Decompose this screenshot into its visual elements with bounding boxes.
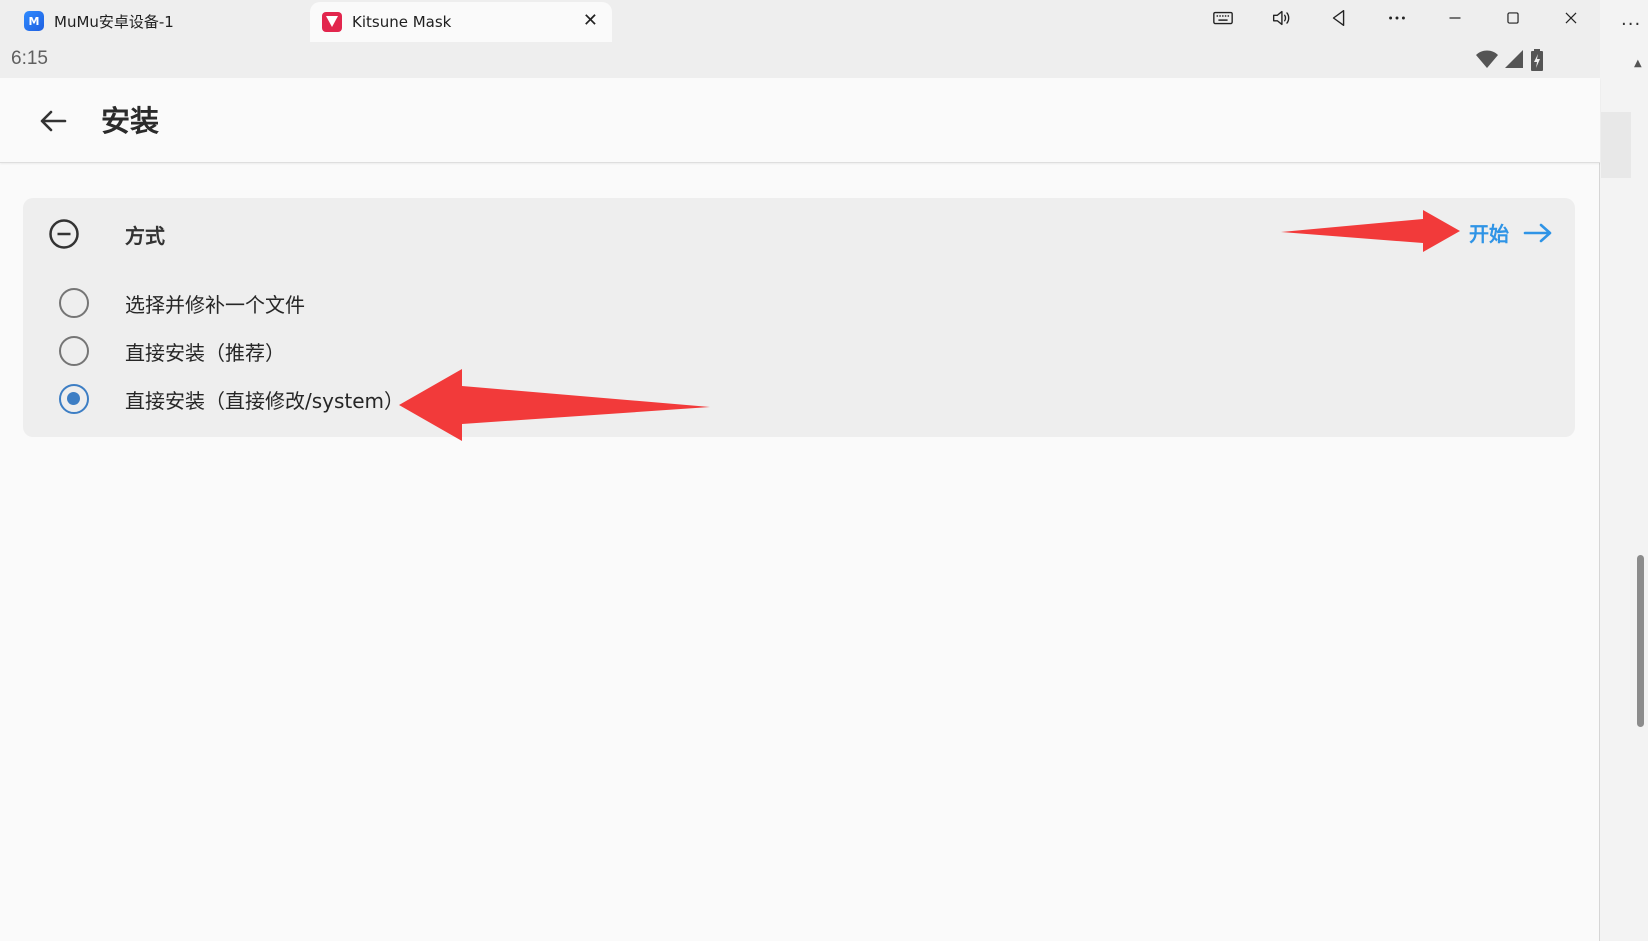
option-label: 选择并修补一个文件 — [125, 292, 305, 317]
battery-icon — [1531, 49, 1543, 71]
method-card: 方式 开始 选择并修补一个文件 直接安装（推荐） 直接安装（直接修改/syste… — [23, 198, 1575, 437]
wifi-icon — [1476, 50, 1498, 68]
radio-button[interactable] — [59, 336, 89, 366]
start-label: 开始 — [1469, 222, 1509, 246]
arrow-right-icon — [1523, 223, 1552, 242]
start-button[interactable]: 开始 — [1469, 218, 1553, 247]
background-window-edge: ··· ▲ — [1601, 0, 1648, 941]
more-menu-icon[interactable]: ··· — [1621, 14, 1641, 35]
option-label: 直接安装（推荐） — [125, 340, 285, 365]
status-time: 6:15 — [11, 48, 48, 69]
scroll-up-icon[interactable]: ▲ — [1634, 58, 1642, 69]
option-label: 直接安装（直接修改/system） — [125, 388, 405, 413]
fox-mask-icon — [322, 12, 342, 32]
tab-close-icon[interactable]: ✕ — [583, 12, 598, 30]
tab-mumu-device[interactable]: M MuMu安卓设备-1 — [0, 0, 310, 42]
maximize-icon[interactable] — [1484, 0, 1542, 36]
background-panel — [1601, 112, 1631, 178]
tab-label: MuMu安卓设备-1 — [54, 12, 174, 31]
close-icon[interactable] — [1542, 0, 1600, 36]
option-direct-install-system[interactable]: 直接安装（直接修改/system） — [59, 382, 404, 416]
more-icon[interactable] — [1368, 0, 1426, 36]
app-bar: 安装 — [0, 78, 1600, 163]
collapse-minus-circle-icon[interactable] — [48, 218, 80, 250]
keyboard-icon[interactable] — [1194, 0, 1252, 36]
emulator-window: M MuMu安卓设备-1 Kitsune Mask ✕ 6:15 安装 方式 开… — [0, 0, 1600, 941]
status-icons — [1476, 49, 1544, 71]
back-arrow-icon[interactable] — [36, 104, 70, 138]
minimize-icon[interactable] — [1426, 0, 1484, 36]
volume-icon[interactable] — [1252, 0, 1310, 36]
signal-icon — [1505, 50, 1523, 68]
radio-button-checked[interactable] — [59, 384, 89, 414]
option-direct-install[interactable]: 直接安装（推荐） — [59, 334, 285, 368]
page-title: 安装 — [101, 104, 160, 138]
android-status-bar: 6:15 — [0, 42, 1600, 78]
radio-button[interactable] — [59, 288, 89, 318]
mumu-app-icon: M — [24, 11, 44, 31]
scrollbar-thumb[interactable] — [1637, 555, 1644, 727]
method-title: 方式 — [125, 224, 165, 248]
tab-kitsune-mask[interactable]: Kitsune Mask ✕ — [310, 2, 612, 42]
option-patch-file[interactable]: 选择并修补一个文件 — [59, 286, 305, 320]
tab-label: Kitsune Mask — [352, 13, 452, 31]
title-bar: M MuMu安卓设备-1 Kitsune Mask ✕ — [0, 0, 1600, 42]
back-nav-icon[interactable] — [1310, 0, 1368, 36]
window-controls — [1194, 0, 1600, 36]
